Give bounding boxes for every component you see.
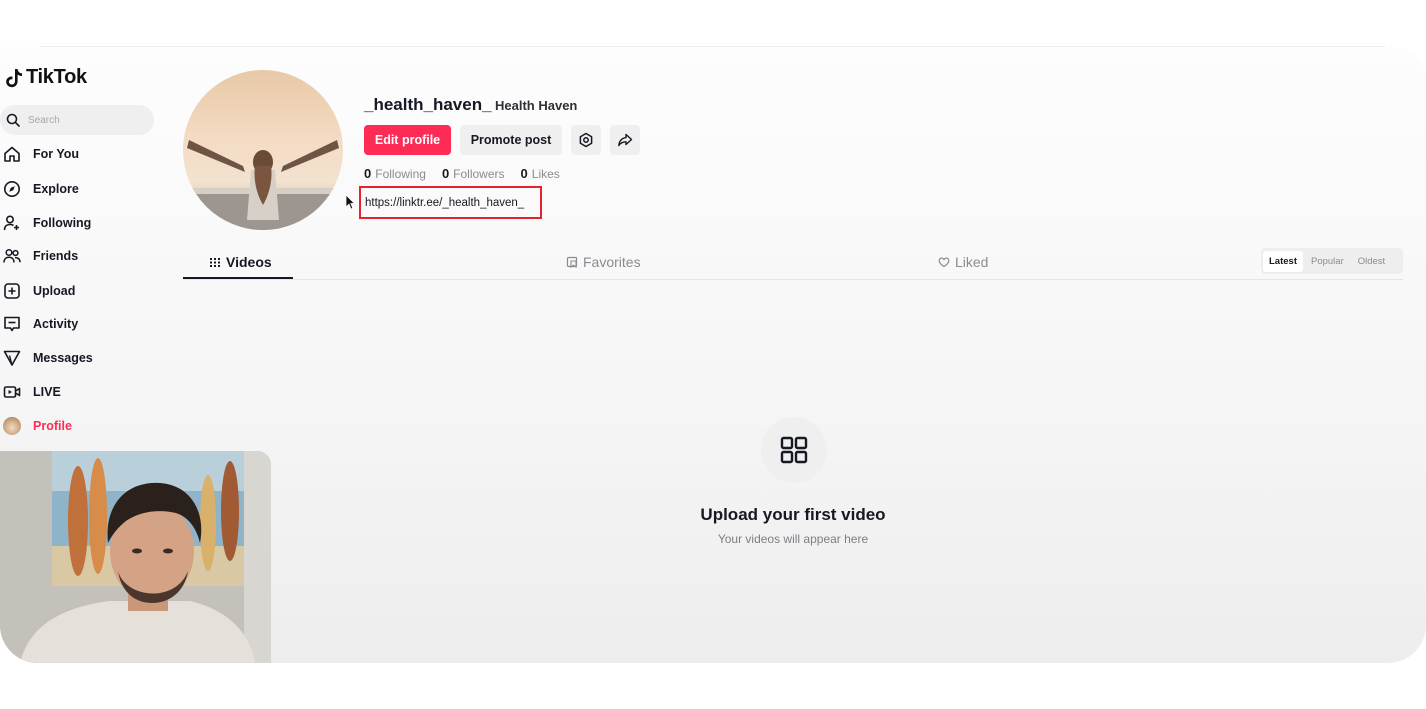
empty-state-subtitle: Your videos will appear here [717, 532, 869, 546]
upload-plus-icon [4, 283, 20, 299]
search-bar[interactable] [0, 105, 154, 135]
webcam-overlay [0, 451, 271, 663]
empty-state-title: Upload your first video [700, 505, 886, 524]
share-profile-button[interactable] [610, 125, 640, 155]
sort-segmented-control: Latest Popular Oldest [1261, 248, 1403, 274]
sidebar-item-label: For You [33, 147, 80, 161]
avatar-image [183, 70, 343, 230]
profile-nickname: Health Haven [495, 98, 578, 113]
logo-text: TikTok [26, 66, 87, 88]
sidebar-item-label: LIVE [33, 385, 61, 399]
sort-latest[interactable]: Latest [1263, 250, 1303, 272]
compass-icon [4, 181, 20, 197]
friends-icon [3, 248, 21, 263]
promote-post-button[interactable]: Promote post [460, 125, 562, 155]
live-icon [3, 386, 21, 398]
sidebar-item-messages[interactable]: Messages [3, 346, 93, 370]
tab-label: Videos [226, 254, 272, 270]
tab-favorites[interactable]: Favorites [566, 254, 641, 270]
stat-likes: 0 Likes [521, 166, 560, 181]
sort-oldest[interactable]: Oldest [1352, 251, 1391, 272]
presenter-video-image [0, 451, 271, 663]
gear-icon [579, 132, 593, 148]
sidebar-item-upload[interactable]: Upload [3, 279, 75, 303]
tab-videos[interactable]: Videos [209, 254, 272, 270]
user-follow-icon [3, 215, 19, 231]
heart-icon [938, 257, 950, 268]
sidebar-item-label: Upload [33, 284, 76, 298]
bio-link-highlight[interactable]: https://linktr.ee/_health_haven_ [359, 186, 542, 219]
sidebar-item-friends[interactable]: Friends [3, 244, 78, 268]
stat-label: Likes [531, 167, 560, 181]
tiktok-logo[interactable]: TikTok [4, 66, 87, 89]
send-icon [3, 350, 21, 366]
profile-tabs: Videos Favorites Liked [183, 246, 1403, 280]
stat-following[interactable]: 0 Following [364, 166, 426, 181]
profile-avatar-icon [3, 417, 21, 435]
mouse-cursor-icon [345, 194, 355, 210]
sidebar-item-label: Activity [33, 317, 79, 331]
sidebar-item-following[interactable]: Following [3, 211, 91, 235]
browser-frame: TikTok For You Explore Following Friends [0, 47, 1426, 663]
empty-state-icon-circle [761, 417, 827, 483]
activity-icon [4, 316, 20, 332]
home-icon [4, 146, 20, 162]
active-tab-indicator [183, 277, 293, 279]
sidebar-item-activity[interactable]: Activity [3, 312, 78, 336]
tab-liked[interactable]: Liked [938, 254, 988, 270]
stat-label: Followers [453, 167, 505, 181]
stat-label: Following [375, 167, 426, 181]
tiktok-note-icon [6, 68, 22, 87]
stat-value: 0 [520, 166, 528, 181]
grid-icon [210, 258, 220, 267]
stat-followers[interactable]: 0 Followers [442, 166, 505, 181]
sidebar-item-for-you[interactable]: For You [3, 142, 79, 166]
stat-value: 0 [364, 166, 372, 181]
tab-label: Favorites [583, 254, 641, 270]
edit-profile-button[interactable]: Edit profile [364, 125, 451, 155]
sidebar-item-label: Friends [33, 249, 79, 263]
settings-button[interactable] [571, 125, 601, 155]
search-icon [6, 113, 20, 127]
sidebar-item-label: Following [33, 216, 92, 230]
sidebar-item-profile[interactable]: Profile [3, 414, 72, 438]
bookmark-icon [566, 256, 578, 268]
profile-stats: 0 Following 0 Followers 0 Likes [364, 166, 560, 181]
sidebar-item-label: Profile [33, 419, 72, 433]
bio-link[interactable]: https://linktr.ee/_health_haven_ [365, 197, 524, 209]
grid-four-icon [780, 436, 808, 464]
profile-username: _health_haven_ [364, 95, 492, 114]
sidebar-item-label: Messages [33, 351, 93, 365]
tab-label: Liked [955, 254, 989, 270]
search-input[interactable] [28, 114, 138, 126]
sort-popular[interactable]: Popular [1305, 251, 1350, 272]
sidebar-item-label: Explore [33, 182, 79, 196]
profile-avatar[interactable] [183, 70, 343, 230]
share-arrow-icon [618, 133, 633, 147]
sidebar-item-live[interactable]: LIVE [3, 380, 61, 404]
stat-value: 0 [441, 166, 450, 181]
sidebar-item-explore[interactable]: Explore [3, 177, 79, 201]
